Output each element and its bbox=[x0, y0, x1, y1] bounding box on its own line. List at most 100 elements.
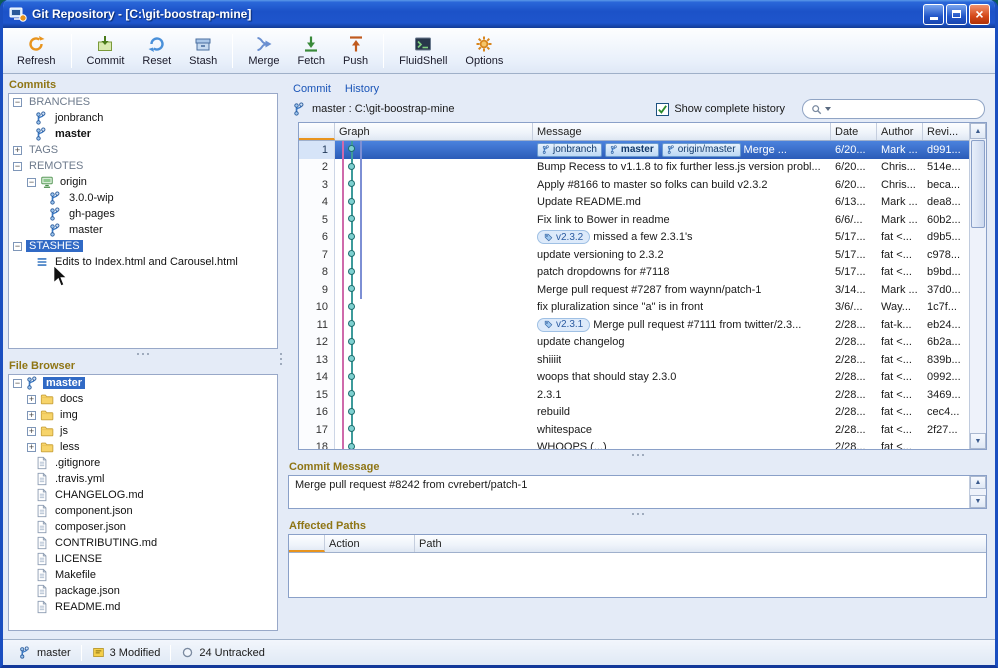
commit-message-scrollbar[interactable]: ▲ ▼ bbox=[969, 476, 986, 508]
vertical-scrollbar[interactable]: ▲ ▼ bbox=[969, 123, 986, 449]
toolbar-refresh-button[interactable]: Refresh bbox=[9, 32, 64, 69]
commits-tree-label[interactable]: Edits to Index.html and Carousel.html bbox=[52, 256, 241, 268]
file-tree-item-js[interactable]: + js bbox=[9, 423, 277, 439]
scroll-down-button[interactable]: ▼ bbox=[970, 433, 986, 449]
file-tree-item-makefile[interactable]: Makefile bbox=[9, 567, 277, 583]
commits-tree-item-branches[interactable]: − BRANCHES bbox=[9, 94, 277, 110]
commits-tree-item-stashes[interactable]: − STASHES bbox=[9, 238, 277, 254]
commit-row[interactable]: 9 Merge pull request #7287 from waynn/pat… bbox=[299, 281, 969, 299]
commit-message-text[interactable]: Merge pull request #8242 from cvrebert/p… bbox=[289, 476, 969, 508]
column-header-rev[interactable]: Revi... bbox=[923, 123, 969, 140]
column-header-msg[interactable]: Message bbox=[533, 123, 831, 140]
file-tree-label[interactable]: img bbox=[57, 409, 81, 421]
commit-row[interactable]: 16 rebuild 2/28... fat <... cec4... bbox=[299, 403, 969, 421]
toolbar-merge-button[interactable]: Merge bbox=[240, 32, 287, 69]
commits-tree-item-gh-pages[interactable]: gh-pages bbox=[9, 206, 277, 222]
tab-commit[interactable]: Commit bbox=[293, 83, 331, 95]
file-tree-item-master[interactable]: − master bbox=[9, 375, 277, 391]
collapse-expander-icon[interactable]: − bbox=[13, 97, 22, 107]
collapse-expander-icon[interactable]: − bbox=[13, 161, 22, 171]
file-tree-item-travis-yml[interactable]: .travis.yml bbox=[9, 471, 277, 487]
file-tree-label[interactable]: LICENSE bbox=[52, 553, 105, 565]
commit-row[interactable]: 17 whitespace 2/28... fat <... 2f27... bbox=[299, 421, 969, 439]
file-tree-label[interactable]: composer.json bbox=[52, 521, 129, 533]
titlebar[interactable]: Git Repository - [C:\git-boostrap-mine] … bbox=[3, 0, 995, 28]
file-tree-item-license[interactable]: LICENSE bbox=[9, 551, 277, 567]
scroll-up-button[interactable]: ▲ bbox=[970, 123, 986, 139]
toolbar-fetch-button[interactable]: Fetch bbox=[290, 32, 334, 69]
file-tree-label[interactable]: CONTRIBUTING.md bbox=[52, 537, 160, 549]
file-tree-label[interactable]: CHANGELOG.md bbox=[52, 489, 147, 501]
search-box[interactable] bbox=[802, 99, 985, 119]
commit-row[interactable]: 3 Apply #8166 to master so folks can buil… bbox=[299, 176, 969, 194]
branch-badge[interactable]: jonbranch bbox=[537, 142, 602, 157]
commit-message-splitter[interactable] bbox=[288, 509, 987, 519]
commit-row[interactable]: 12 update changelog 2/28... fat <... 6b2a... bbox=[299, 333, 969, 351]
branch-badge[interactable]: origin/master bbox=[661, 142, 741, 157]
commits-tree-label[interactable]: gh-pages bbox=[66, 208, 118, 220]
show-complete-history-checkbox[interactable] bbox=[656, 102, 670, 116]
commit-row[interactable]: 2 Bump Recess to v1.1.8 to fix further le… bbox=[299, 158, 969, 176]
tag-badge[interactable]: v2.3.2 bbox=[537, 230, 591, 245]
commit-row[interactable]: 14 woops that should stay 2.3.0 2/28... fat… bbox=[299, 368, 969, 386]
commit-row[interactable]: 4 Update README.md 6/13... Mark ... dea8... bbox=[299, 193, 969, 211]
file-tree-label[interactable]: docs bbox=[57, 393, 86, 405]
commits-tree-label[interactable]: BRANCHES bbox=[26, 96, 93, 108]
commits-tree-item-jonbranch[interactable]: jonbranch bbox=[9, 110, 277, 126]
commits-tree-item-remotes[interactable]: − REMOTES bbox=[9, 158, 277, 174]
commit-row[interactable]: 18 WHOOPS (...) 2/28... fat <... bbox=[299, 438, 969, 449]
status-master[interactable]: master bbox=[9, 644, 81, 662]
file-tree-label[interactable]: master bbox=[43, 377, 86, 389]
file-tree-label[interactable]: package.json bbox=[52, 585, 123, 597]
file-tree-label[interactable]: .travis.yml bbox=[52, 473, 108, 485]
toolbar-stash-button[interactable]: Stash bbox=[181, 32, 225, 69]
expand-expander-icon[interactable]: + bbox=[27, 442, 36, 452]
toolbar-commit-button[interactable]: Commit bbox=[79, 32, 133, 69]
expand-expander-icon[interactable]: + bbox=[27, 426, 36, 436]
column-header-auth[interactable]: Author bbox=[877, 123, 923, 140]
commit-row[interactable]: 15 2.3.1 2/28... fat <... 3469... bbox=[299, 386, 969, 404]
commits-tree-item-master[interactable]: master bbox=[9, 126, 277, 142]
collapse-expander-icon[interactable]: − bbox=[27, 177, 36, 187]
commits-tree-label[interactable]: master bbox=[52, 128, 94, 140]
collapse-expander-icon[interactable]: − bbox=[13, 378, 22, 388]
commits-tree-label[interactable]: master bbox=[66, 224, 106, 236]
commits-tree-label[interactable]: TAGS bbox=[26, 144, 61, 156]
column-header-num[interactable] bbox=[299, 123, 335, 140]
status-24-untracked[interactable]: 24 Untracked bbox=[171, 644, 274, 662]
file-tree-label[interactable]: .gitignore bbox=[52, 457, 103, 469]
column-header-graph[interactable]: Graph bbox=[335, 123, 533, 140]
affected-paths-column-item[interactable] bbox=[289, 535, 325, 552]
file-tree-item-composer-json[interactable]: composer.json bbox=[9, 519, 277, 535]
tag-badge[interactable]: v2.3.1 bbox=[537, 317, 591, 332]
branch-badge[interactable]: master bbox=[604, 142, 659, 157]
file-tree-item-component-json[interactable]: component.json bbox=[9, 503, 277, 519]
commit-message-box[interactable]: Merge pull request #8242 from cvrebert/p… bbox=[288, 475, 987, 509]
commit-row[interactable]: 6 v2.3.2 missed a few 2.3.1's 5/17... fat <.… bbox=[299, 228, 969, 246]
commits-tree-label[interactable]: jonbranch bbox=[52, 112, 106, 124]
file-tree-label[interactable]: README.md bbox=[52, 601, 123, 613]
commits-tree-label[interactable]: REMOTES bbox=[26, 160, 86, 172]
commits-tree-item-edits-to-index-html-and-carousel-html[interactable]: Edits to Index.html and Carousel.html bbox=[9, 254, 277, 270]
scroll-thumb[interactable] bbox=[971, 140, 985, 228]
file-tree-item-gitignore[interactable]: .gitignore bbox=[9, 455, 277, 471]
commit-row[interactable]: 5 Fix link to Bower in readme 6/6/... Mark … bbox=[299, 211, 969, 229]
commits-tree-label[interactable]: 3.0.0-wip bbox=[66, 192, 117, 204]
minimize-button[interactable] bbox=[923, 3, 944, 25]
toolbar-fluidshell-button[interactable]: FluidShell bbox=[391, 32, 455, 69]
search-caret-icon[interactable] bbox=[825, 107, 831, 111]
toolbar-options-button[interactable]: Options bbox=[457, 32, 511, 69]
commit-row[interactable]: 7 update versioning to 2.3.2 5/17... fat <.… bbox=[299, 246, 969, 264]
commit-row[interactable]: 10 fix pluralization since "a" is in fron… bbox=[299, 298, 969, 316]
file-tree-label[interactable]: component.json bbox=[52, 505, 136, 517]
commits-tree-item-origin[interactable]: − origin bbox=[9, 174, 277, 190]
scroll-down-button[interactable]: ▼ bbox=[970, 495, 986, 508]
search-input[interactable] bbox=[834, 103, 976, 115]
commit-row[interactable]: 1 jonbranch master origin/master Merge ... 6/… bbox=[299, 141, 969, 159]
commits-tree-label[interactable]: STASHES bbox=[26, 240, 83, 252]
file-tree-label[interactable]: js bbox=[57, 425, 71, 437]
maximize-button[interactable] bbox=[946, 3, 967, 25]
file-tree-item-changelog-md[interactable]: CHANGELOG.md bbox=[9, 487, 277, 503]
toolbar-push-button[interactable]: Push bbox=[335, 32, 376, 69]
scroll-up-button[interactable]: ▲ bbox=[970, 476, 986, 489]
